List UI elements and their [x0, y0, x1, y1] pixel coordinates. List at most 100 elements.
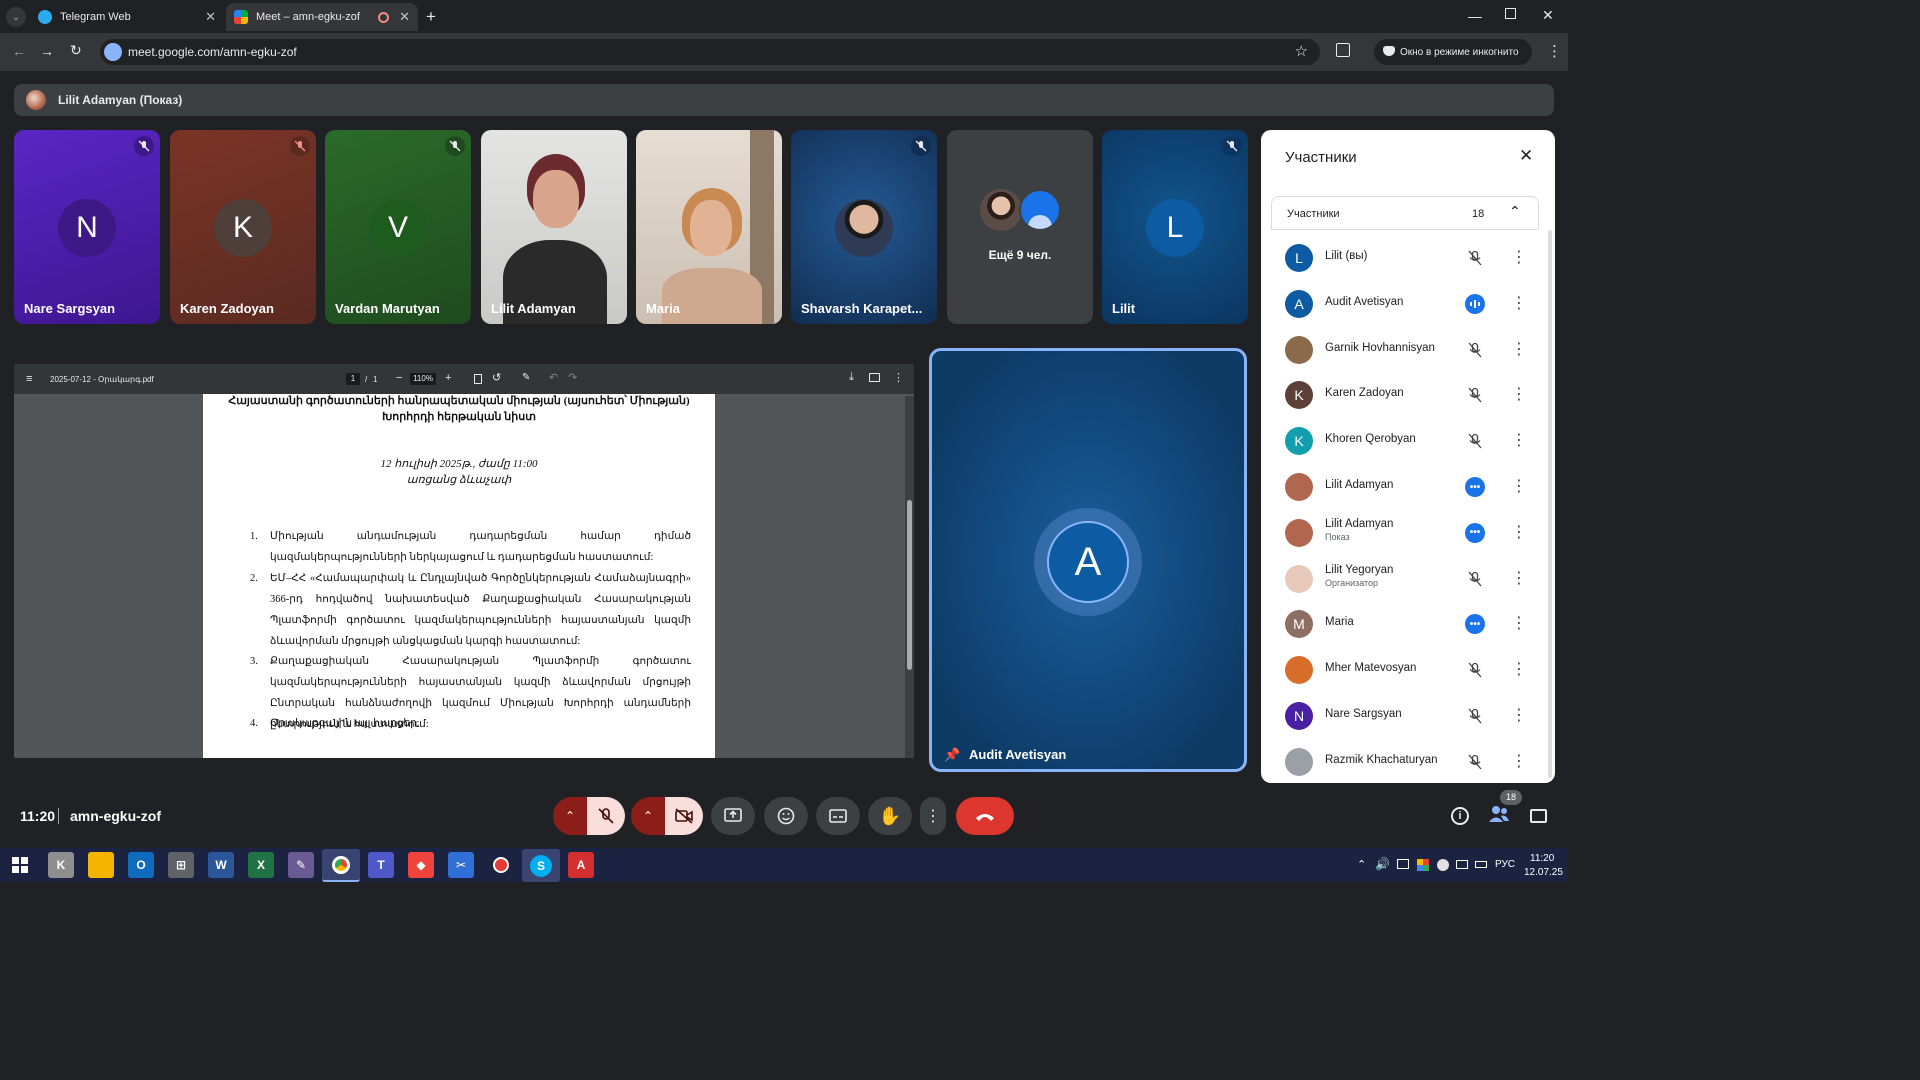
page-number-input[interactable]: 1 — [346, 373, 360, 385]
acrobat-icon[interactable]: A — [568, 852, 594, 878]
anydesk-icon[interactable]: ◆ — [408, 852, 434, 878]
tab-meet[interactable]: Meet – amn-egku-zof ✕ — [226, 3, 418, 31]
panel-scrollbar[interactable] — [1548, 230, 1552, 778]
mic-permission-icon[interactable] — [104, 43, 122, 61]
participant-row[interactable]: M Maria ••• ⋮ — [1285, 602, 1535, 646]
participant-tile[interactable]: Shavarsh Karapet... — [791, 130, 937, 324]
file-explorer-icon[interactable] — [88, 852, 114, 878]
participants-section-header[interactable]: Участники 18 ⌃ — [1271, 196, 1539, 230]
more-options-icon[interactable]: ⋮ — [1511, 523, 1527, 543]
calculator-icon[interactable]: ⊞ — [168, 852, 194, 878]
tray-app-icon[interactable] — [1437, 859, 1449, 871]
participant-row[interactable]: Lilit Yegoryan Организатор ⋮ — [1285, 557, 1535, 601]
participant-row[interactable]: Garnik Hovhannisyan ⋮ — [1285, 328, 1535, 372]
scrollbar-thumb[interactable] — [907, 500, 912, 670]
participant-tile[interactable]: K Karen Zadoyan — [170, 130, 316, 324]
captions-button[interactable] — [816, 797, 860, 835]
close-icon[interactable]: ✕ — [399, 9, 410, 25]
record-icon[interactable] — [488, 852, 514, 878]
participant-row[interactable]: L Lilit (вы) ⋮ — [1285, 236, 1535, 280]
back-button[interactable]: ← — [12, 43, 26, 59]
forward-button[interactable]: → — [40, 43, 54, 59]
participant-video-tile[interactable]: Lilit Adamyan — [481, 130, 627, 324]
more-icon[interactable]: ⋮ — [893, 371, 904, 384]
participant-tile[interactable]: N Nare Sargsyan — [14, 130, 160, 324]
presentation-bar[interactable]: Lilit Adamyan (Показ) — [14, 84, 1554, 116]
mic-toggle-button[interactable] — [587, 797, 625, 835]
minimize-button[interactable]: — — [1468, 8, 1482, 24]
close-icon[interactable]: ✕ — [1519, 146, 1533, 166]
participant-row[interactable]: K Karen Zadoyan ⋮ — [1285, 373, 1535, 417]
more-options-icon[interactable]: ⋮ — [1511, 431, 1527, 451]
windows-start-icon[interactable] — [12, 857, 28, 873]
teams-icon[interactable]: T — [368, 852, 394, 878]
incognito-badge[interactable]: Окно в режиме инкогнито — [1374, 39, 1532, 65]
participant-video-tile[interactable]: Maria — [636, 130, 782, 324]
participant-row[interactable]: Lilit Adamyan ••• ⋮ — [1285, 465, 1535, 509]
app-icon[interactable]: K — [48, 852, 74, 878]
excel-icon[interactable]: X — [248, 852, 274, 878]
network-icon[interactable] — [1397, 859, 1409, 869]
skype-icon[interactable]: S — [522, 849, 560, 882]
more-options-icon[interactable]: ⋮ — [1511, 248, 1527, 268]
paint-icon[interactable]: ✎ — [288, 852, 314, 878]
tab-search-button[interactable]: ⌄ — [6, 7, 26, 27]
annotate-icon[interactable]: ✎ — [522, 372, 530, 383]
tab-telegram[interactable]: Telegram Web ✕ — [30, 3, 224, 31]
language-indicator[interactable]: РУС — [1495, 859, 1515, 870]
participant-row[interactable]: K Khoren Qerobyan ⋮ — [1285, 419, 1535, 463]
more-options-icon[interactable]: ⋮ — [1511, 385, 1527, 405]
pdf-scrollbar[interactable] — [905, 396, 914, 758]
download-icon[interactable]: ⤓ — [849, 371, 854, 384]
more-options-icon[interactable]: ⋮ — [1511, 569, 1527, 589]
bookmark-star-icon[interactable]: ☆ — [1295, 42, 1308, 60]
battery-icon[interactable] — [1475, 861, 1487, 868]
more-options-icon[interactable]: ⋮ — [1511, 706, 1527, 726]
more-options-icon[interactable]: ⋮ — [1511, 614, 1527, 634]
present-screen-button[interactable] — [711, 797, 755, 835]
tray-app-icon[interactable] — [1417, 859, 1429, 871]
rotate-icon[interactable]: ↺ — [492, 371, 501, 384]
zoom-input[interactable]: 110% — [410, 373, 436, 385]
taskbar-time[interactable]: 11:20 — [1530, 853, 1554, 864]
undo-icon[interactable]: ↶ — [549, 371, 558, 384]
meeting-details-icon[interactable]: i — [1451, 807, 1469, 825]
pinned-participant-tile[interactable]: A 📌 Audit Avetisyan — [929, 348, 1247, 772]
menu-icon[interactable]: ≡ — [26, 373, 32, 385]
camera-options-button[interactable]: ⌃ — [631, 797, 665, 835]
display-icon[interactable] — [1456, 860, 1468, 869]
close-icon[interactable]: ✕ — [205, 9, 216, 25]
close-window-button[interactable]: ✕ — [1542, 7, 1554, 24]
participant-row[interactable]: Mher Matevosyan ⋮ — [1285, 648, 1535, 692]
new-tab-button[interactable]: + — [426, 7, 436, 27]
snipping-icon[interactable]: ✂ — [448, 852, 474, 878]
camera-toggle-button[interactable] — [665, 797, 703, 835]
zoom-out-button[interactable]: − — [396, 372, 402, 384]
url-bar[interactable]: meet.google.com/amn-egku-zof ☆ — [100, 39, 1320, 65]
print-icon[interactable] — [869, 373, 880, 382]
fit-page-icon[interactable] — [474, 374, 482, 384]
chrome-icon[interactable] — [322, 849, 360, 882]
reload-button[interactable]: ↻ — [70, 42, 82, 59]
participant-tile[interactable]: L Lilit — [1102, 130, 1248, 324]
more-participants-tile[interactable]: Ещё 9 чел. — [947, 130, 1093, 324]
chat-icon[interactable] — [1530, 809, 1547, 823]
participant-row[interactable]: A Audit Avetisyan ⋮ — [1285, 282, 1535, 326]
more-options-icon[interactable]: ⋮ — [1511, 752, 1527, 772]
mic-options-button[interactable]: ⌃ — [553, 797, 587, 835]
redo-icon[interactable]: ↷ — [568, 371, 577, 384]
chevron-up-icon[interactable]: ⌃ — [1509, 203, 1521, 220]
tray-chevron-icon[interactable]: ⌃ — [1357, 858, 1366, 871]
zoom-in-button[interactable]: + — [445, 372, 451, 384]
participant-row[interactable]: N Nare Sargsyan ⋮ — [1285, 694, 1535, 738]
restore-button[interactable] — [1505, 8, 1516, 19]
participant-row[interactable]: Razmik Khachaturyan ⋮ — [1285, 740, 1535, 783]
pin-icon[interactable]: 📌 — [944, 747, 960, 763]
participants-button[interactable] — [1488, 804, 1510, 826]
outlook-icon[interactable]: O — [128, 852, 154, 878]
extensions-icon[interactable] — [1336, 43, 1350, 57]
more-options-icon[interactable]: ⋮ — [1511, 660, 1527, 680]
more-options-icon[interactable]: ⋮ — [1511, 477, 1527, 497]
more-options-button[interactable]: ⋮ — [920, 797, 946, 835]
word-icon[interactable]: W — [208, 852, 234, 878]
